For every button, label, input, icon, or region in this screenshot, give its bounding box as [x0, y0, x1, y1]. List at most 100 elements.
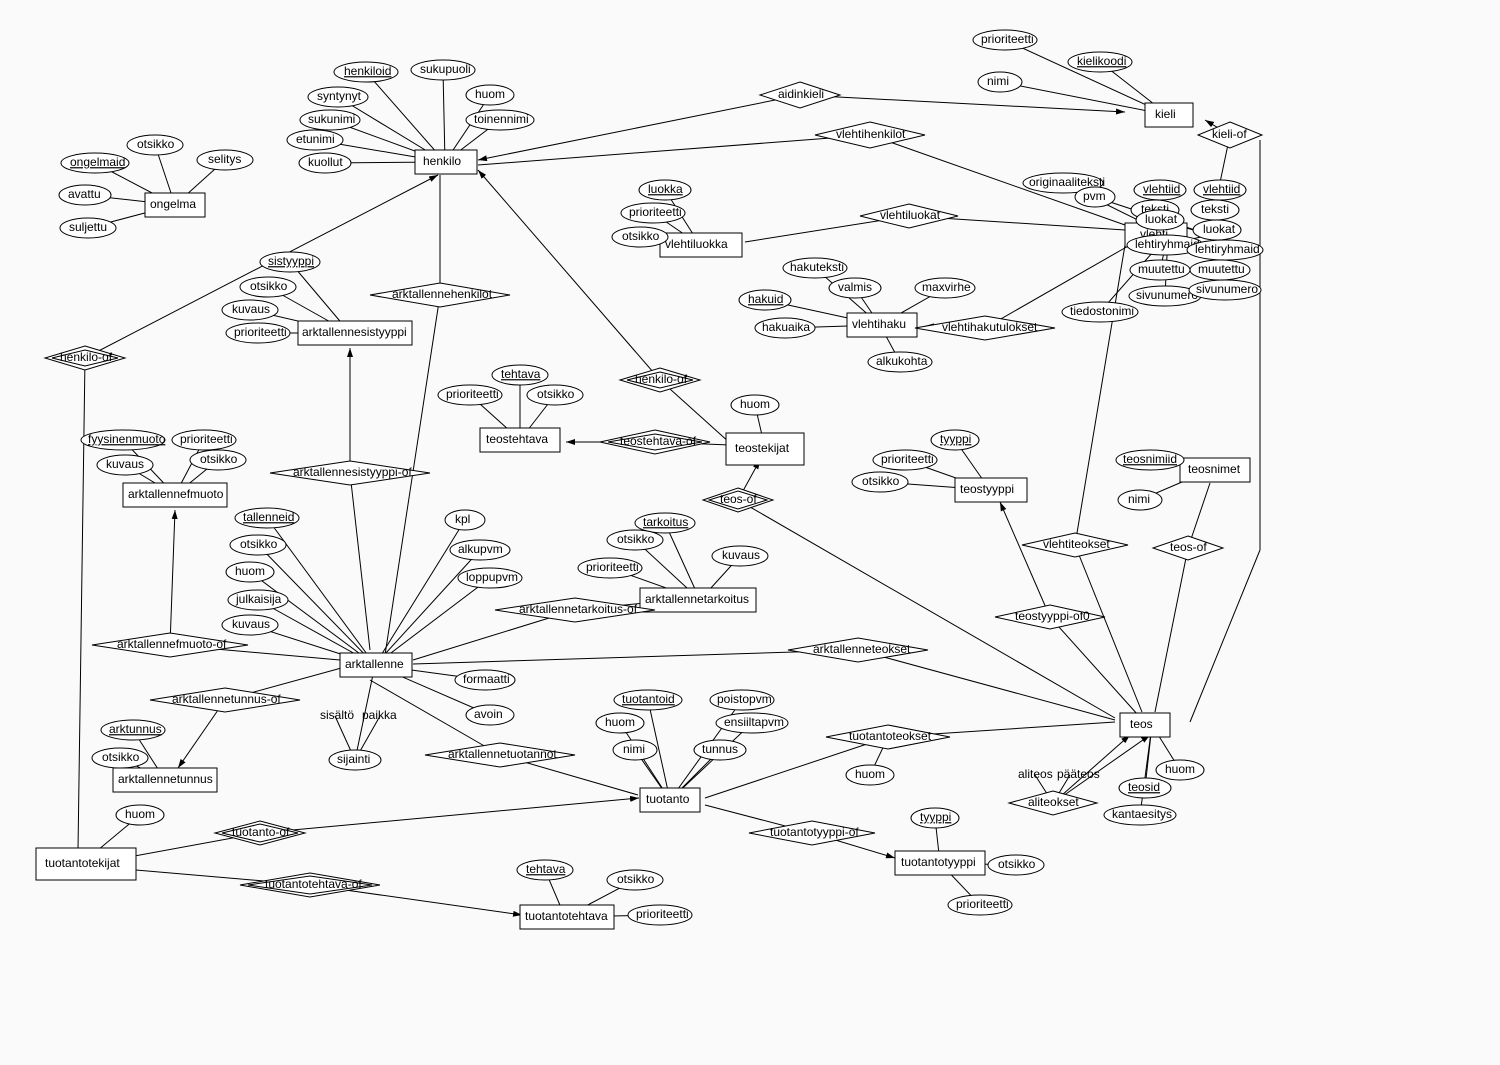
- label: arktallennetuotannot: [448, 747, 557, 761]
- rel-henkilo-of-1: henkilo-of: [45, 346, 125, 370]
- label: henkilo: [423, 154, 461, 168]
- attr-otsikko-ast: otsikko: [240, 277, 296, 297]
- label: arktallennehenkilot: [392, 287, 493, 301]
- svg-text:pvm: pvm: [1083, 189, 1106, 203]
- rel-teostyyppi-of: teostyyppi-of0: [995, 605, 1105, 629]
- attr-aliteos: aliteos: [1018, 767, 1053, 781]
- svg-text:selitys: selitys: [208, 152, 241, 166]
- svg-text:huom: huom: [740, 397, 770, 411]
- attr-huom-tu: huom: [596, 713, 644, 733]
- attr-otsikko-tty: otsikko: [988, 855, 1044, 875]
- attr-kpl: kpl: [445, 510, 485, 530]
- attr-fyysinenmuoto: fyysinenmuoto: [81, 430, 166, 450]
- label: tuotantotyyppi-of: [770, 825, 859, 839]
- attr-luokka: luokka: [639, 180, 691, 200]
- attr-tuotantoid: tuotantoid: [614, 690, 682, 710]
- attr-huom-tte: huom: [846, 765, 894, 785]
- attr-alkukohta: alkukohta: [868, 352, 932, 372]
- entity-tuotantotehtava: tuotantotehtava: [520, 905, 614, 929]
- svg-text:prioriteetti: prioriteetti: [180, 432, 233, 446]
- attr-nimi-tu: nimi: [613, 740, 657, 760]
- rel-vlehtihenkilot: vlehtihenkilot: [815, 122, 925, 148]
- attr-kuollut: kuollut: [299, 153, 351, 173]
- attr-nimi-kieli: nimi: [978, 72, 1022, 92]
- svg-text:luokat: luokat: [1203, 222, 1236, 236]
- svg-text:otsikko: otsikko: [537, 387, 575, 401]
- entity-ongelma: ongelma: [145, 193, 205, 217]
- svg-text:hakuaika: hakuaika: [762, 320, 810, 334]
- svg-text:kantaesitys: kantaesitys: [1112, 807, 1172, 821]
- svg-text:huom: huom: [475, 87, 505, 101]
- er-diagram: ongelma henkilo kieli vlehti vlehtiluokk…: [0, 0, 1500, 1060]
- attr-loppupvm: loppupvm: [458, 568, 522, 588]
- svg-text:tuotantoid: tuotantoid: [622, 692, 675, 706]
- entity-arktallennetunnus: arktallennetunnus: [113, 768, 217, 792]
- attr-kuvaus-at: kuvaus: [222, 615, 278, 635]
- attr-luokat2: luokat: [1193, 220, 1241, 240]
- svg-text:poistopvm: poistopvm: [717, 692, 772, 706]
- entity-teosnimet: teosnimet: [1180, 458, 1250, 482]
- svg-text:fyysinenmuoto: fyysinenmuoto: [88, 432, 166, 446]
- attr-henkiloid: henkiloid: [334, 62, 398, 82]
- rel-teostehtava-of: teostehtava-of: [600, 430, 710, 454]
- attr-ensiiltapvm: ensiiltapvm: [716, 713, 788, 733]
- label: arktallennesistyyppi: [302, 325, 407, 339]
- attr-formaatti: formaatti: [455, 670, 515, 690]
- attr-otsikko-ongelma: otsikko: [127, 135, 183, 155]
- entity-arktallennefmuoto: arktallennefmuoto: [123, 483, 227, 507]
- rel-teos-of-2: teos-of: [1153, 536, 1223, 560]
- svg-text:otsikko: otsikko: [617, 532, 655, 546]
- entity-vlehtihaku: vlehtihaku: [847, 313, 917, 337]
- attr-otsikko-fm: otsikko: [190, 450, 246, 470]
- label: vlehtiluokat: [880, 208, 941, 222]
- attr-tyyppi-ts: tyyppi: [931, 430, 979, 450]
- attr-muutettu2: muutettu: [1190, 260, 1250, 280]
- svg-text:vlehtiid: vlehtiid: [1203, 182, 1240, 196]
- svg-text:huom: huom: [235, 564, 265, 578]
- svg-text:otsikko: otsikko: [998, 857, 1036, 871]
- label: ongelma: [150, 197, 196, 211]
- attr-vlehtiid: vlehtiid: [1134, 180, 1186, 200]
- label: tuotantoteokset: [849, 729, 932, 743]
- rel-arktallennehenkilot: arktallennehenkilot: [370, 283, 510, 307]
- rel-arktallennetunnus-of: arktallennetunnus-of: [150, 688, 300, 712]
- rel-kieli-of: kieli-of: [1198, 122, 1262, 148]
- svg-text:avattu: avattu: [68, 187, 101, 201]
- entity-arktallennesistyyppi: arktallennesistyyppi: [298, 321, 412, 345]
- rel-aidinkieli: aidinkieli: [760, 82, 840, 108]
- svg-text:tarkoitus: tarkoitus: [643, 515, 688, 529]
- label: teostehtava: [486, 432, 548, 446]
- svg-text:prioriteetti: prioriteetti: [636, 907, 689, 921]
- svg-text:prioriteetti: prioriteetti: [234, 325, 287, 339]
- attr-avattu: avattu: [59, 185, 111, 205]
- svg-text:vlehtiid: vlehtiid: [1143, 182, 1180, 196]
- svg-text:teosid: teosid: [1128, 780, 1160, 794]
- entity-teostehtava: teostehtava: [480, 428, 560, 452]
- attr-prioriteetti-kieli: prioriteetti: [973, 30, 1037, 50]
- svg-text:muutettu: muutettu: [1198, 262, 1245, 276]
- entity-henkilo: henkilo: [415, 150, 477, 174]
- attr-otsikko-atk: otsikko: [607, 530, 663, 550]
- svg-text:tehtava: tehtava: [501, 367, 541, 381]
- label: vlehtiteokset: [1043, 537, 1110, 551]
- svg-text:formaatti: formaatti: [463, 672, 510, 686]
- label: kieli-of: [1212, 127, 1247, 141]
- attr-otsikko-tth: otsikko: [607, 870, 663, 890]
- attr-prioriteetti-tt: prioriteetti: [438, 385, 502, 405]
- rel-arktallennetarkoitus-of: arktallennetarkoitus-of: [495, 598, 655, 622]
- svg-text:sivunumero: sivunumero: [1196, 282, 1258, 296]
- attr-poistopvm: poistopvm: [710, 690, 774, 710]
- attr-julkaisija: julkaisija: [228, 590, 288, 610]
- attr-valmis: valmis: [829, 278, 881, 298]
- svg-text:kuvaus: kuvaus: [722, 548, 760, 562]
- svg-text:otsikko: otsikko: [622, 229, 660, 243]
- label: henkilo-of: [60, 350, 113, 364]
- attr-tehtava-tt: tehtava: [492, 365, 548, 385]
- label: tuotantotekijat: [45, 856, 120, 870]
- svg-text:tiedostonimi: tiedostonimi: [1070, 304, 1134, 318]
- svg-text:nimi: nimi: [1128, 492, 1150, 506]
- attr-hakuid: hakuid: [739, 290, 791, 310]
- attr-otsikko-at: otsikko: [230, 535, 286, 555]
- attr-alkupvm: alkupvm: [450, 540, 510, 560]
- attr-selitys: selitys: [197, 150, 253, 170]
